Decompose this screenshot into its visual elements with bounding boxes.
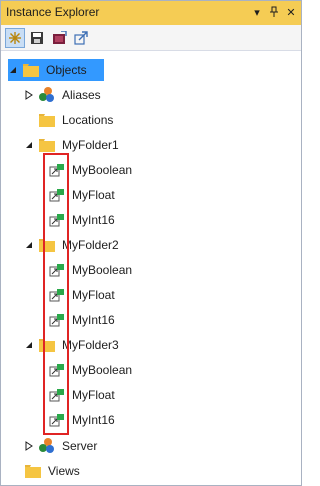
save-icon xyxy=(31,32,43,44)
tree-node-server[interactable]: Server xyxy=(24,435,97,457)
collapsed-triangle-icon[interactable] xyxy=(24,441,34,451)
object-tree: Objects Aliases Locations MyFolder1 MyBo… xyxy=(2,53,300,485)
save-button[interactable] xyxy=(27,28,47,48)
tree-node-label: MyFolder1 xyxy=(62,138,119,152)
tree-node-label: MyFloat xyxy=(72,288,115,302)
tree-node-locations[interactable]: Locations xyxy=(38,109,113,131)
tree-node-label: MyFloat xyxy=(72,188,115,202)
tree-node-label: Views xyxy=(48,464,80,478)
folder-icon xyxy=(38,112,56,128)
window-menu-dropdown-icon[interactable]: ▾ xyxy=(249,4,265,20)
expanded-triangle-icon[interactable] xyxy=(24,140,34,150)
folder-icon xyxy=(22,62,40,78)
tree-node-label: MyFolder3 xyxy=(62,338,119,352)
expanded-triangle-icon[interactable] xyxy=(8,65,18,75)
tree-node-label: MyInt16 xyxy=(72,413,115,427)
pin-icon[interactable] xyxy=(266,4,282,20)
tree-node-aliases[interactable]: Aliases xyxy=(24,84,101,106)
tree-node-label: Objects xyxy=(46,63,87,77)
import-icon xyxy=(53,31,67,44)
export-icon xyxy=(74,31,88,45)
highlight-annotation-box xyxy=(43,153,69,435)
tree-node-label: Server xyxy=(62,439,98,453)
toolbar xyxy=(1,25,301,51)
tree-node-folder[interactable]: MyFolder2 xyxy=(24,234,119,256)
folder-icon xyxy=(38,137,56,153)
tree-node-label: MyBoolean xyxy=(72,163,133,177)
tree-node-label: MyFolder2 xyxy=(62,238,119,252)
tree-node-label: MyFloat xyxy=(72,388,115,402)
tree-node-folder[interactable]: MyFolder1 xyxy=(24,134,119,156)
panel-title: Instance Explorer xyxy=(6,5,100,19)
close-icon[interactable]: ✕ xyxy=(283,4,299,20)
export-button[interactable] xyxy=(71,28,91,48)
aliases-icon xyxy=(38,87,56,103)
expanded-triangle-icon[interactable] xyxy=(24,240,34,250)
folder-icon xyxy=(24,463,42,479)
tree-node-label: Locations xyxy=(62,113,114,127)
server-icon xyxy=(38,438,56,454)
import-button[interactable] xyxy=(49,28,69,48)
tree-node-label: Aliases xyxy=(62,88,101,102)
tree-node-objects[interactable]: Objects xyxy=(8,59,104,81)
tree-node-label: MyInt16 xyxy=(72,213,115,227)
tree-node-views[interactable]: Views xyxy=(24,460,80,482)
tree-node-label: MyBoolean xyxy=(72,263,133,277)
tree-node-label: MyInt16 xyxy=(72,313,115,327)
collapsed-triangle-icon[interactable] xyxy=(24,90,34,100)
sync-button[interactable] xyxy=(5,28,25,48)
title-bar: Instance Explorer ▾ ✕ xyxy=(1,1,301,25)
sync-icon xyxy=(9,32,21,44)
instance-explorer-panel: Instance Explorer ▾ ✕ Objects Aliases Lo… xyxy=(0,0,302,486)
tree-node-folder[interactable]: MyFolder3 xyxy=(24,334,119,356)
expanded-triangle-icon[interactable] xyxy=(24,340,34,350)
tree-node-label: MyBoolean xyxy=(72,363,133,377)
